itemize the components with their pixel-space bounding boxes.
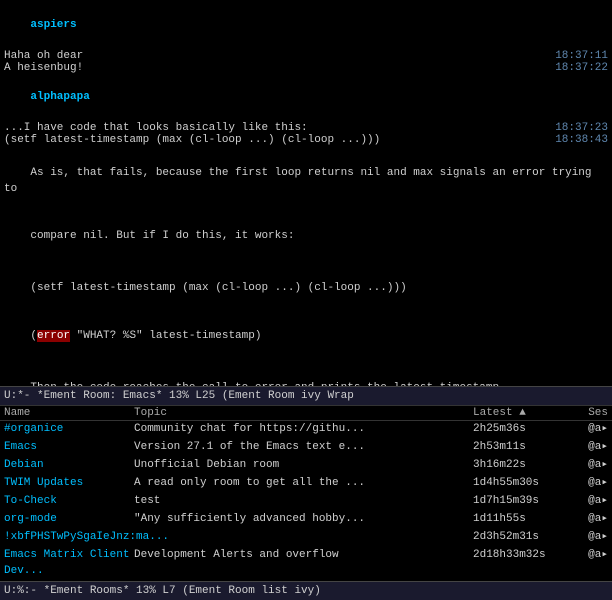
- chat-line: (setf latest-timestamp (max (cl-loop ...…: [4, 265, 608, 313]
- room-list-item[interactable]: org-mode "Any sufficiently advanced hobb…: [0, 511, 612, 529]
- room-topic: Community chat for https://githu...: [134, 422, 473, 438]
- message-text: As is, that fails, because the first loo…: [4, 167, 598, 195]
- room-latest: 2d18h33m32s: [473, 548, 573, 580]
- room-topic: test: [134, 494, 473, 510]
- message-text: A heisenbug!: [4, 62, 555, 74]
- room-ses: @a▸: [573, 494, 608, 510]
- room-latest: 3h16m22s: [473, 458, 573, 474]
- room-name[interactable]: To-Check: [4, 494, 134, 510]
- message-text: (setf latest-timestamp (max (cl-loop ...…: [30, 282, 406, 294]
- chat-line: alphapapa: [4, 74, 608, 122]
- message-text: (error "WHAT? %S" latest-timestamp): [30, 330, 261, 342]
- message-text: ...I have code that looks basically like…: [4, 122, 555, 134]
- rooms-modeline-text: U:%:- *Ement Rooms* 13% L7 (Ement Room l…: [4, 585, 321, 597]
- rooms-area: Name Topic Latest ▲ Ses #organice Commun…: [0, 405, 612, 580]
- chat-line: (error "WHAT? %S" latest-timestamp): [4, 313, 608, 361]
- room-list-item[interactable]: Debian Unofficial Debian room 3h16m22s @…: [0, 457, 612, 475]
- room-topic: Version 27.1 of the Emacs text e...: [134, 440, 473, 456]
- room-ses: @a▸: [573, 422, 608, 438]
- room-ses: @a▸: [573, 458, 608, 474]
- chat-line: ...I have code that looks basically like…: [4, 122, 608, 134]
- room-name[interactable]: #organice: [4, 422, 134, 438]
- username: aspiers: [30, 19, 76, 31]
- room-topic: A read only room to get all the ...: [134, 476, 473, 492]
- timestamp: 18:37:23: [555, 122, 608, 134]
- room-topic: Unofficial Debian room: [134, 458, 473, 474]
- room-list-item[interactable]: Emacs Matrix Client Dev... Development A…: [0, 547, 612, 581]
- col-header-ses: Ses: [573, 407, 608, 419]
- room-topic: Development Alerts and overflow: [134, 548, 473, 580]
- room-latest: 2h53m11s: [473, 440, 573, 456]
- room-latest: 1d11h55s: [473, 512, 573, 528]
- error-keyword: error: [37, 330, 70, 342]
- modeline-text: U:*- *Ement Room: Emacs* 13% L25 (Ement …: [4, 390, 354, 402]
- rooms-modeline: U:%:- *Ement Rooms* 13% L7 (Ement Room l…: [0, 581, 612, 600]
- room-latest: 2h25m36s: [473, 422, 573, 438]
- room-topic: [134, 530, 473, 546]
- username: alphapapa: [30, 91, 89, 103]
- timestamp: 18:38:43: [555, 134, 608, 146]
- col-header-latest: Latest ▲: [473, 407, 573, 419]
- chat-line: Then the code reaches the call to error …: [4, 365, 608, 386]
- rooms-list: #organice Community chat for https://git…: [0, 421, 612, 580]
- room-ses: @a▸: [573, 512, 608, 528]
- room-list-item[interactable]: TWIM Updates A read only room to get all…: [0, 475, 612, 493]
- room-name[interactable]: TWIM Updates: [4, 476, 134, 492]
- room-latest: 2d3h52m31s: [473, 530, 573, 546]
- chat-modeline: U:*- *Ement Room: Emacs* 13% L25 (Ement …: [0, 386, 612, 406]
- room-name[interactable]: Emacs Matrix Client Dev...: [4, 548, 134, 580]
- chat-line: Haha oh dear 18:37:11: [4, 50, 608, 62]
- room-ses: @a▸: [573, 476, 608, 492]
- room-name[interactable]: !xbfPHSTwPySgaIeJnz:ma...: [4, 530, 134, 546]
- message-text: (setf latest-timestamp (max (cl-loop ...…: [4, 134, 555, 146]
- room-latest: 1d7h15m39s: [473, 494, 573, 510]
- chat-line: compare nil. But if I do this, it works:: [4, 213, 608, 261]
- col-header-topic: Topic: [134, 407, 473, 419]
- room-name[interactable]: Emacs: [4, 440, 134, 456]
- room-ses: @a▸: [573, 530, 608, 546]
- chat-area: aspiers Haha oh dear 18:37:11 A heisenbu…: [0, 0, 612, 386]
- message-text: Then the code reaches the call to error …: [30, 382, 505, 386]
- latest-label: Latest ▲: [473, 407, 526, 419]
- rooms-header: Name Topic Latest ▲ Ses: [0, 406, 612, 421]
- room-list-item[interactable]: !xbfPHSTwPySgaIeJnz:ma... 2d3h52m31s @a▸: [0, 529, 612, 547]
- room-name[interactable]: Debian: [4, 458, 134, 474]
- timestamp: 18:37:11: [555, 50, 608, 62]
- room-list-item[interactable]: Emacs Version 27.1 of the Emacs text e..…: [0, 439, 612, 457]
- room-list-item[interactable]: To-Check test 1d7h15m39s @a▸: [0, 493, 612, 511]
- chat-line: aspiers: [4, 2, 608, 50]
- col-header-name: Name: [4, 407, 134, 419]
- chat-line: A heisenbug! 18:37:22: [4, 62, 608, 74]
- room-topic: "Any sufficiently advanced hobby...: [134, 512, 473, 528]
- room-list-item[interactable]: #organice Community chat for https://git…: [0, 421, 612, 439]
- chat-line: (setf latest-timestamp (max (cl-loop ...…: [4, 134, 608, 146]
- room-ses: @a▸: [573, 440, 608, 456]
- timestamp: 18:37:22: [555, 62, 608, 74]
- chat-line: As is, that fails, because the first loo…: [4, 150, 608, 214]
- message-text: Haha oh dear: [4, 50, 555, 62]
- room-name[interactable]: org-mode: [4, 512, 134, 528]
- room-latest: 1d4h55m30s: [473, 476, 573, 492]
- room-ses: @a▸: [573, 548, 608, 580]
- message-text: compare nil. But if I do this, it works:: [30, 230, 294, 242]
